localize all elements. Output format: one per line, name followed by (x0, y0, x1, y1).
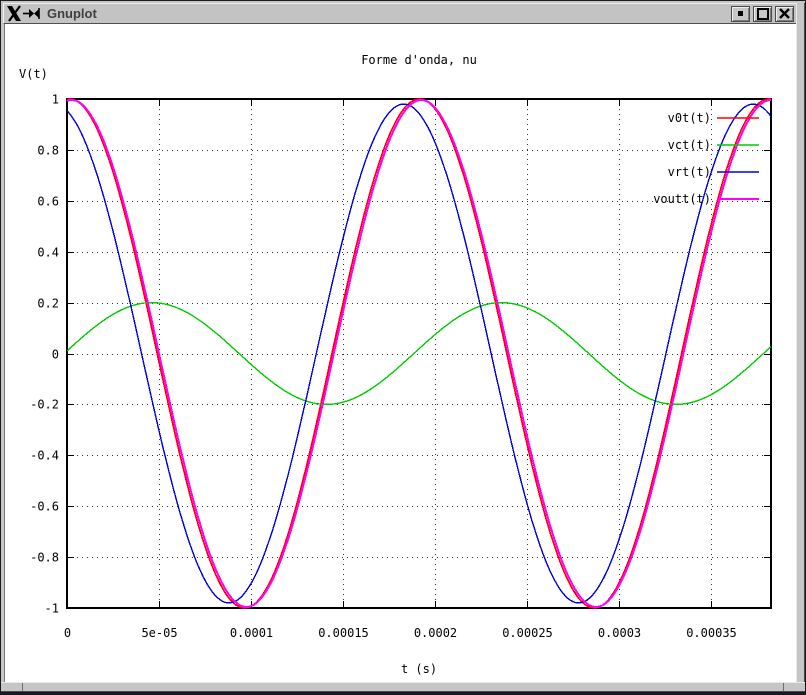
window-title: Gnuplot (47, 6, 97, 21)
minimize-button[interactable] (731, 5, 750, 22)
maximize-button[interactable] (753, 5, 772, 22)
x11-logo-icon (7, 5, 21, 22)
window-bottom-edge (1, 692, 805, 694)
resize-handle-seam (22, 683, 23, 691)
maximize-icon (756, 7, 769, 20)
window-bottom-border[interactable] (1, 682, 805, 692)
resize-handle-seam (783, 683, 784, 691)
minimize-icon (738, 11, 743, 16)
window-right-border[interactable] (796, 3, 805, 684)
gnuplot-window: Forme d'onda, nu V(t) t (s) 0 5e-05 0.0001… (0, 0, 806, 695)
close-button[interactable] (775, 5, 794, 22)
titlebar[interactable]: Gnuplot (3, 3, 798, 24)
plot-content[interactable] (4, 23, 799, 686)
close-icon (779, 8, 790, 19)
window-pin-icon (23, 8, 40, 19)
